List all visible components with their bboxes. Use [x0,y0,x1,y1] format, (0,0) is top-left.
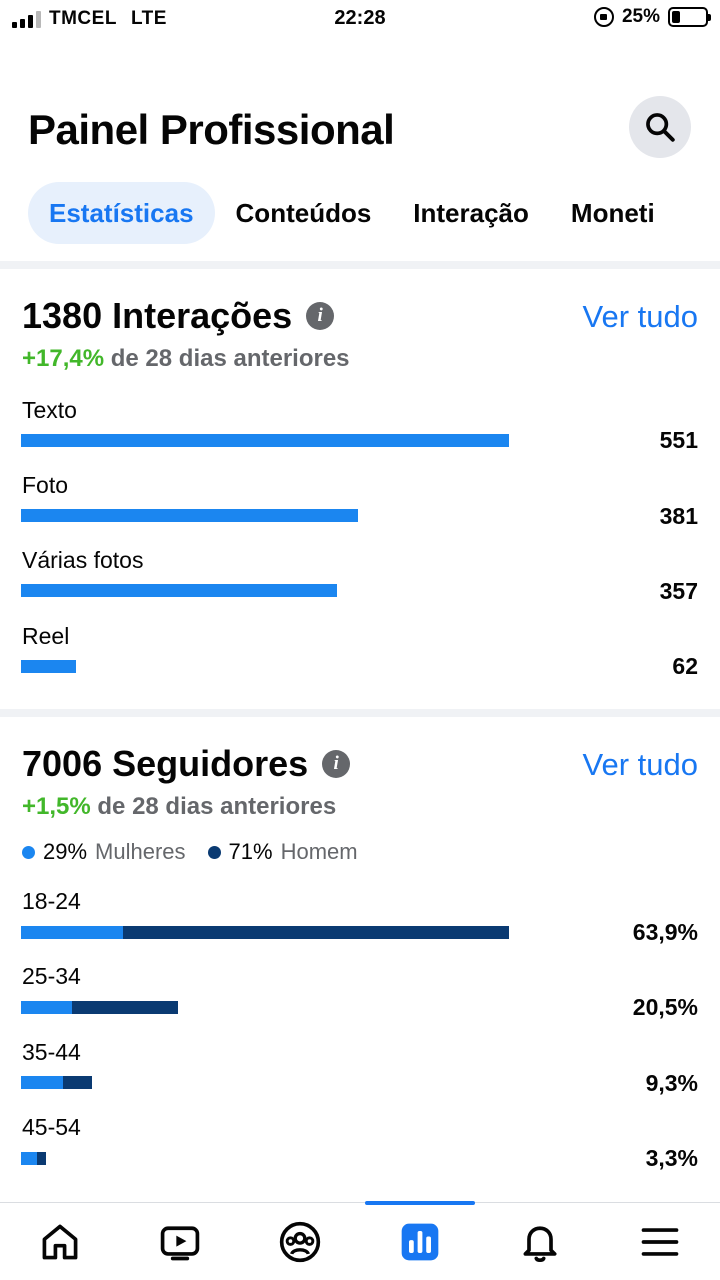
age-value: 20,5% [632,994,698,1020]
interactions-section: 1380 Interações i Ver tudo +17,4% de 28 … [0,269,720,709]
nav-groups[interactable] [240,1203,360,1280]
interactions-change: +17,4% de 28 dias anteriores [22,345,350,373]
followers-see-all-link[interactable]: Ver tudo [583,747,698,783]
legend-dot [207,845,221,859]
interactions-title: 1380 Interações [22,295,293,336]
interactions-change-pct: +17,4% [22,345,105,372]
nav-video[interactable] [120,1203,240,1280]
bottom-nav [0,1201,720,1280]
followers-change-suffix: de 28 dias anteriores [97,793,337,820]
legend-label: Mulheres [95,839,186,864]
interactions-title-row: 1380 Interações i [22,295,335,337]
interaction-value: 551 [659,427,698,453]
tab-conteudos[interactable]: Conteúdos [215,182,393,244]
interaction-bar-fill [21,509,358,522]
interaction-bar-fill [21,660,76,673]
status-right: 25% [593,6,711,28]
followers-section: 7006 Seguidores i Ver tudo +1,5% de 28 d… [0,717,720,1202]
tab-bar: Estatísticas Conteúdos Interação Moneti [28,182,676,244]
info-icon[interactable]: i [306,302,335,330]
age-label: 45-54 [22,1114,81,1140]
interaction-value: 357 [659,578,698,604]
interaction-label: Reel [22,623,70,649]
followers-title-row: 7006 Seguidores i [22,743,351,785]
interaction-label: Texto [22,397,77,423]
legend-label: Homem [280,839,358,864]
age-label: 18-24 [22,888,81,914]
legend-pct: 71% [228,839,273,864]
age-value: 3,3% [645,1145,698,1171]
followers-title: 7006 Seguidores [22,743,309,784]
age-bar-women [21,1001,72,1014]
status-bar: TMCEL LTE 22:28 25% [0,0,720,38]
dashboard-icon [401,1223,439,1261]
nav-notifications[interactable] [480,1203,600,1280]
legend-pct: 29% [43,839,88,864]
age-value: 9,3% [645,1070,698,1096]
followers-change-pct: +1,5% [22,793,91,820]
age-label: 25-34 [22,963,81,989]
legend-men: 71% Homem [207,839,358,865]
video-icon [160,1226,200,1261]
age-label: 35-44 [22,1039,81,1065]
home-icon [42,1224,78,1260]
interaction-value: 62 [672,653,698,679]
tab-estatisticas[interactable]: Estatísticas [28,182,215,244]
battery-fill [672,11,680,23]
tab-monetizacao[interactable]: Moneti [550,182,676,244]
interactions-see-all-link[interactable]: Ver tudo [583,299,698,335]
nav-menu[interactable] [600,1203,720,1280]
battery-percent: 25% [621,6,660,27]
interaction-label: Várias fotos [22,547,144,573]
info-icon[interactable]: i [322,750,351,778]
menu-icon [641,1228,679,1256]
bell-icon [523,1226,557,1262]
groups-icon [279,1221,321,1263]
interactions-change-suffix: de 28 dias anteriores [110,345,350,372]
section-divider [0,709,720,717]
interaction-value: 381 [659,503,698,529]
age-bar-women [21,1152,37,1165]
gender-legend: 29% Mulheres 71% Homem [22,839,358,865]
search-icon [646,113,675,142]
rotation-lock-icon [593,7,614,27]
age-bar-women [21,1076,63,1089]
interaction-label: Foto [22,472,69,498]
interaction-bar-fill [21,584,337,597]
interaction-bar-fill [21,434,509,447]
followers-change: +1,5% de 28 dias anteriores [22,793,336,821]
page-title: Painel Profissional [28,106,395,153]
section-divider [0,261,720,269]
legend-dot [22,845,35,859]
nav-home[interactable] [0,1203,120,1280]
legend-women: 29% Mulheres [22,839,186,865]
battery-icon [668,7,711,27]
age-bar-women [21,926,123,939]
nav-dashboard[interactable] [360,1203,480,1280]
tab-interacao[interactable]: Interação [392,182,550,244]
search-button[interactable] [629,96,691,158]
age-value: 63,9% [632,919,698,945]
